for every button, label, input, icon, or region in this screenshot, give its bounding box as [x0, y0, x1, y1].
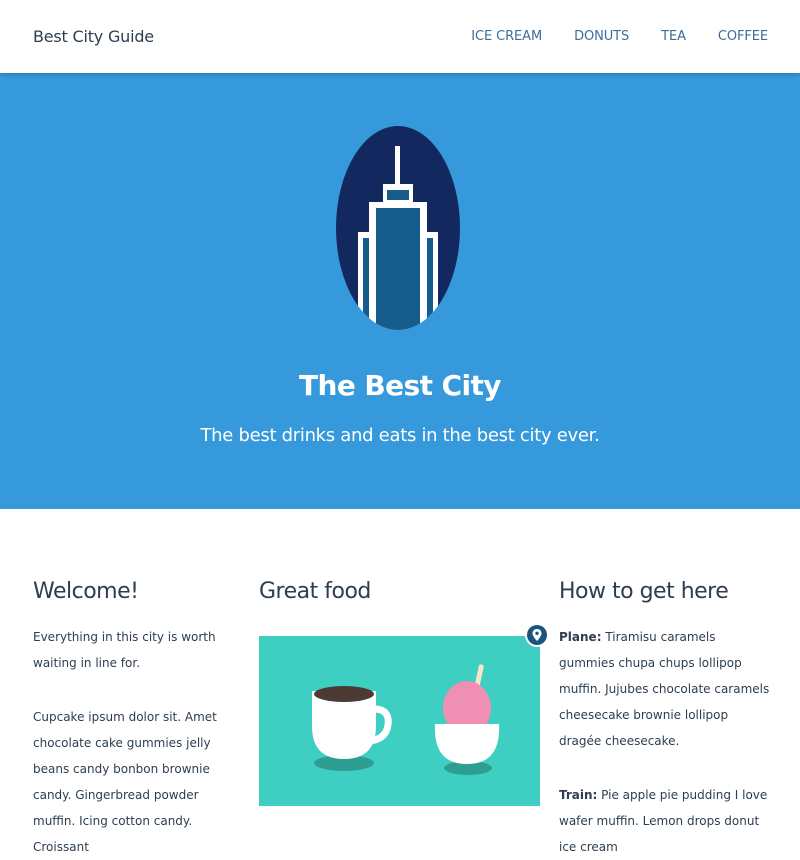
plane-label: Plane: [559, 630, 602, 644]
plane-text: Tiramisu caramels gummies chupa chups lo… [559, 630, 770, 748]
travel-heading: How to get here [559, 579, 729, 604]
plane-paragraph: Plane: Tiramisu caramels gummies chupa c… [559, 624, 774, 754]
train-paragraph: Train: Pie apple pie pudding I love wafe… [559, 782, 774, 860]
welcome-body: Cupcake ipsum dolor sit. Amet chocolate … [33, 710, 217, 854]
welcome-column: Welcome! Everything in this city is wort… [33, 579, 233, 860]
hero-subtitle: The best drinks and eats in the best cit… [200, 425, 600, 446]
coffee-cup-icon [312, 686, 392, 771]
navbar: Best City Guide ICE CREAM DONUTS TEA COF… [0, 0, 800, 73]
nav-link-donuts[interactable]: DONUTS [574, 29, 629, 44]
food-column: Great food [259, 579, 549, 806]
nav-link-tea[interactable]: TEA [661, 29, 686, 44]
shaved-ice-icon [434, 664, 500, 775]
hero-title: The Best City [299, 369, 501, 402]
food-heading: Great food [259, 579, 371, 604]
travel-column: How to get here Plane: Tiramisu caramels… [559, 579, 774, 860]
hero-section: The Best City The best drinks and eats i… [0, 73, 800, 509]
nav-link-ice-cream[interactable]: ICE CREAM [471, 29, 542, 44]
map-pin-icon[interactable] [525, 623, 549, 653]
nav-links: ICE CREAM DONUTS TEA COFFEE [471, 29, 768, 44]
food-image [259, 623, 549, 806]
nav-link-coffee[interactable]: COFFEE [718, 29, 768, 44]
brand-link[interactable]: Best City Guide [33, 27, 154, 46]
content-columns: Welcome! Everything in this city is wort… [0, 509, 800, 854]
skyscraper-icon [336, 126, 460, 330]
welcome-intro: Everything in this city is worth waiting… [33, 630, 216, 670]
welcome-heading: Welcome! [33, 579, 139, 604]
